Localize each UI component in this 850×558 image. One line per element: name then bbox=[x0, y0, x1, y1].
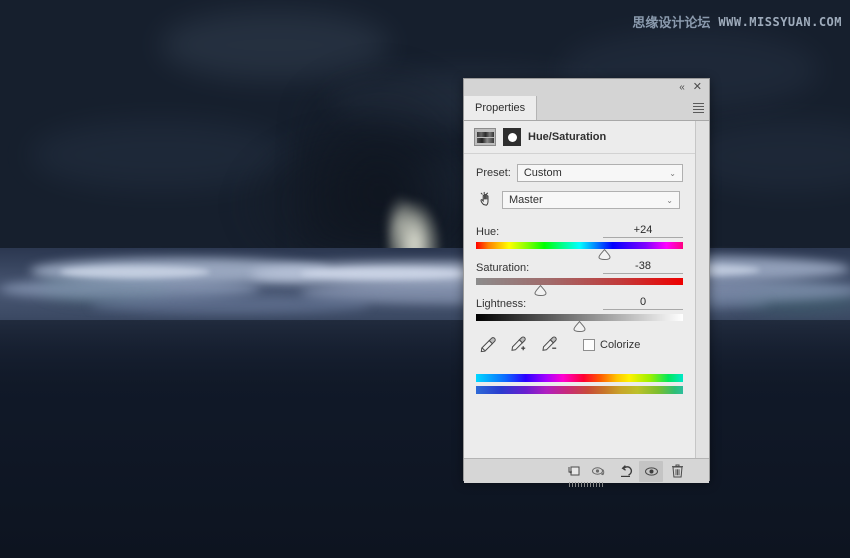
hamburger-menu-icon bbox=[693, 101, 704, 115]
toggle-visibility-button[interactable] bbox=[639, 461, 663, 482]
spectrum-bars bbox=[476, 374, 683, 394]
source-spectrum-bar bbox=[476, 374, 683, 382]
preset-value: Custom bbox=[524, 167, 562, 179]
close-panel-icon[interactable]: ✕ bbox=[693, 82, 702, 93]
tab-properties-label: Properties bbox=[475, 102, 525, 114]
hue-value-field[interactable]: +24 bbox=[603, 224, 683, 238]
background-photograph bbox=[0, 0, 850, 558]
preset-dropdown[interactable]: Custom ⌄ bbox=[517, 164, 683, 182]
eyedropper-sample-icon[interactable] bbox=[478, 335, 497, 354]
clip-to-layer-button[interactable] bbox=[561, 461, 585, 482]
chevron-down-icon: ⌄ bbox=[669, 169, 676, 178]
colorize-checkbox-row[interactable]: Colorize bbox=[583, 339, 640, 351]
reset-button[interactable] bbox=[613, 461, 637, 482]
hue-slider-track[interactable] bbox=[476, 242, 683, 249]
saturation-value-field[interactable]: -38 bbox=[603, 260, 683, 274]
watermark-chinese-text: 思缘设计论坛 bbox=[632, 12, 710, 31]
hue-slider-handle[interactable] bbox=[598, 249, 611, 260]
channel-row: Master ⌄ bbox=[476, 190, 683, 210]
properties-panel: « ✕ Properties Hue/Saturation Pres bbox=[463, 78, 710, 481]
tab-strip-filler bbox=[537, 96, 687, 120]
lightness-slider-track[interactable] bbox=[476, 314, 683, 321]
colorize-label: Colorize bbox=[600, 339, 640, 351]
wave-foam bbox=[90, 296, 370, 314]
panel-right-gutter bbox=[695, 121, 709, 458]
saturation-slider-track[interactable] bbox=[476, 278, 683, 285]
saturation-slider-group: Saturation: -38 bbox=[476, 260, 683, 285]
watermark-url-text: WWW.MISSYUAN.COM bbox=[718, 15, 842, 29]
delete-layer-button[interactable] bbox=[665, 461, 689, 482]
tab-properties[interactable]: Properties bbox=[464, 96, 537, 120]
panel-menu-button[interactable] bbox=[687, 96, 709, 120]
collapse-panel-icon[interactable]: « bbox=[679, 83, 685, 93]
panel-footer-toolbar bbox=[464, 458, 709, 483]
hue-saturation-adjustment-icon[interactable] bbox=[474, 128, 496, 146]
watermark: 思缘设计论坛 WWW.MISSYUAN.COM bbox=[632, 12, 842, 31]
wave-crest bbox=[60, 266, 210, 278]
wave-crest bbox=[300, 268, 470, 279]
lightness-label: Lightness: bbox=[476, 298, 526, 310]
panel-title-bar: « ✕ bbox=[464, 79, 709, 96]
lightness-slider-group: Lightness: 0 bbox=[476, 296, 683, 321]
lightness-gradient-bar bbox=[476, 314, 683, 321]
eyedropper-subtract-icon[interactable] bbox=[540, 335, 559, 354]
saturation-label: Saturation: bbox=[476, 262, 529, 274]
adjustment-title: Hue/Saturation bbox=[528, 131, 606, 143]
adjustment-header: Hue/Saturation bbox=[464, 121, 695, 154]
adjustment-controls: Preset: Custom ⌄ Master bbox=[464, 154, 695, 394]
preset-row: Preset: Custom ⌄ bbox=[476, 164, 683, 182]
channel-dropdown[interactable]: Master ⌄ bbox=[502, 191, 680, 209]
chevron-down-icon: ⌄ bbox=[666, 196, 673, 205]
eyedropper-add-icon[interactable] bbox=[509, 335, 528, 354]
preset-label: Preset: bbox=[476, 167, 511, 179]
hue-slider-group: Hue: +24 bbox=[476, 224, 683, 249]
result-spectrum-bar bbox=[476, 386, 683, 394]
panel-resize-grip[interactable] bbox=[569, 482, 605, 487]
saturation-gradient-bar bbox=[476, 278, 683, 285]
view-previous-state-button[interactable] bbox=[587, 461, 611, 482]
eyedropper-row: Colorize bbox=[476, 335, 683, 354]
panel-tab-strip: Properties bbox=[464, 96, 709, 121]
lightness-value-field[interactable]: 0 bbox=[603, 296, 683, 310]
hue-label: Hue: bbox=[476, 226, 499, 238]
channel-value: Master bbox=[509, 194, 543, 206]
saturation-slider-handle[interactable] bbox=[534, 285, 547, 296]
deep-water bbox=[0, 320, 850, 558]
lightness-slider-handle[interactable] bbox=[573, 321, 586, 332]
panel-body: Hue/Saturation Preset: Custom ⌄ bbox=[464, 121, 709, 458]
layer-mask-icon[interactable] bbox=[503, 128, 521, 146]
panel-content: Hue/Saturation Preset: Custom ⌄ bbox=[464, 121, 695, 458]
hue-gradient-bar bbox=[476, 242, 683, 249]
colorize-checkbox[interactable] bbox=[583, 339, 595, 351]
hand-targeted-adjustment-icon[interactable] bbox=[476, 190, 496, 210]
